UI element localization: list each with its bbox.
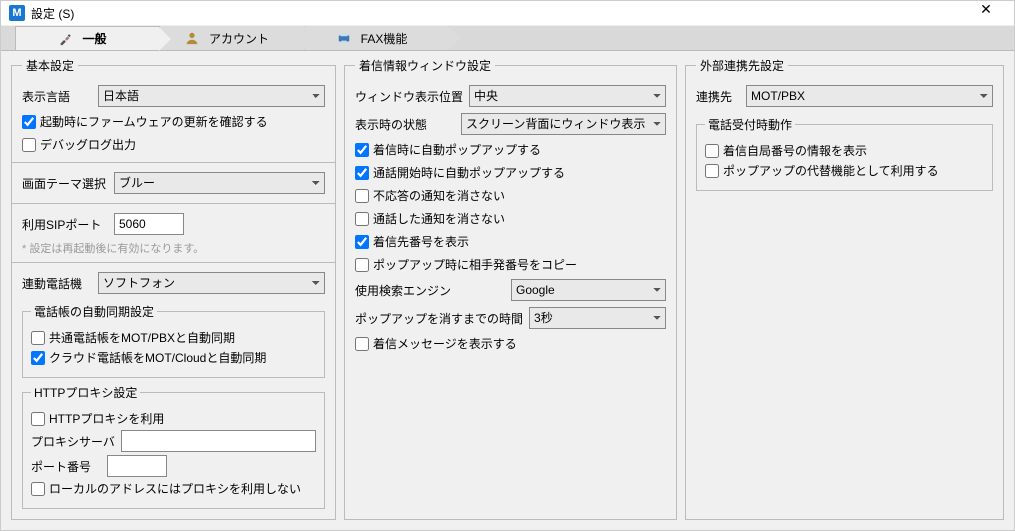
basic-settings-legend: 基本設定 [22, 57, 78, 74]
sip-port-label: 利用SIPポート [22, 216, 108, 233]
debug-log-check[interactable]: デバッグログ出力 [22, 136, 325, 153]
theme-label: 画面テーマ選択 [22, 175, 108, 192]
show-local-number-label: 着信自局番号の情報を表示 [723, 142, 867, 159]
app-icon: M [9, 5, 25, 21]
fax-icon [337, 31, 351, 45]
display-state-select[interactable]: スクリーン背面にウィンドウ表示 [461, 113, 666, 135]
titlebar: M 設定 (S) ✕ [1, 1, 1014, 26]
keep-called-label: 通話した通知を消さない [373, 210, 505, 227]
no-proxy-local-check[interactable]: ローカルのアドレスにはプロキシを利用しない [31, 480, 316, 497]
cloud-sync-check[interactable]: クラウド電話帳をMOT/Cloudと自動同期 [31, 349, 316, 366]
basic-settings-group: 基本設定 表示言語 日本語 起動時にファームウェアの更新を確認する デバッグログ… [11, 57, 336, 520]
display-state-label: 表示時の状態 [355, 116, 455, 133]
keep-noanswer-check[interactable]: 不応答の通知を消さない [355, 187, 666, 204]
proxy-port-label: ポート番号 [31, 458, 101, 475]
language-label: 表示言語 [22, 88, 92, 105]
phonebook-sync-legend: 電話帳の自動同期設定 [31, 303, 157, 320]
cloud-sync-label: クラウド電話帳をMOT/Cloudと自動同期 [49, 349, 266, 366]
search-engine-select[interactable]: Google [511, 279, 666, 301]
tab-account-label: アカウント [209, 30, 269, 47]
link-dest-select[interactable]: MOT/PBX [746, 85, 993, 107]
close-button[interactable]: ✕ [966, 1, 1006, 25]
divider [12, 262, 335, 263]
popup-incoming-label: 着信時に自動ポップアップする [373, 141, 541, 158]
popup-call-check[interactable]: 通話開始時に自動ポップアップする [355, 164, 666, 181]
no-proxy-local-label: ローカルのアドレスにはプロキシを利用しない [49, 480, 301, 497]
incoming-window-legend: 着信情報ウィンドウ設定 [355, 57, 495, 74]
close-time-select[interactable]: 3秒 [529, 307, 666, 329]
search-engine-label: 使用検索エンジン [355, 282, 505, 299]
settings-window: M 設定 (S) ✕ 一般 アカウント FAX機能 基本設定 [0, 0, 1015, 531]
proxy-port-input[interactable] [107, 455, 167, 477]
sip-port-input[interactable] [114, 213, 184, 235]
tools-icon [58, 32, 72, 46]
keep-noanswer-label: 不応答の通知を消さない [373, 187, 505, 204]
divider [12, 162, 335, 163]
keep-called-check[interactable]: 通話した通知を消さない [355, 210, 666, 227]
proxy-server-input[interactable] [121, 430, 316, 452]
link-dest-label: 連携先 [696, 88, 740, 105]
common-sync-label: 共通電話帳をMOT/PBXと自動同期 [49, 329, 235, 346]
http-proxy-group: HTTPプロキシ設定 HTTPプロキシを利用 プロキシサーバ ポート番号 ローカ… [22, 384, 325, 509]
phone-receive-legend: 電話受付時動作 [705, 116, 795, 133]
popup-incoming-check[interactable]: 着信時に自動ポップアップする [355, 141, 666, 158]
window-pos-label: ウィンドウ表示位置 [355, 88, 463, 105]
incoming-window-group: 着信情報ウィンドウ設定 ウィンドウ表示位置 中央 表示時の状態 スクリーン背面に… [344, 57, 677, 520]
use-alt-popup-label: ポップアップの代替機能として利用する [723, 162, 939, 179]
user-icon [185, 31, 199, 45]
tab-fax-label: FAX機能 [361, 30, 408, 47]
tab-general[interactable]: 一般 [15, 26, 160, 50]
use-alt-popup-check[interactable]: ポップアップの代替機能として利用する [705, 162, 984, 179]
use-proxy-check[interactable]: HTTPプロキシを利用 [31, 410, 316, 427]
show-message-check[interactable]: 着信メッセージを表示する [355, 335, 666, 352]
show-message-label: 着信メッセージを表示する [373, 335, 517, 352]
show-caller-label: 着信先番号を表示 [373, 233, 469, 250]
proxy-server-label: プロキシサーバ [31, 433, 115, 450]
http-proxy-legend: HTTPプロキシ設定 [31, 384, 140, 401]
popup-call-label: 通話開始時に自動ポップアップする [373, 164, 565, 181]
tab-account[interactable]: アカウント [160, 26, 305, 50]
common-sync-check[interactable]: 共通電話帳をMOT/PBXと自動同期 [31, 329, 316, 346]
use-proxy-label: HTTPプロキシを利用 [49, 410, 164, 427]
phone-receive-group: 電話受付時動作 着信自局番号の情報を表示 ポップアップの代替機能として利用する [696, 116, 993, 191]
external-link-legend: 外部連携先設定 [696, 57, 788, 74]
window-title: 設定 (S) [31, 5, 966, 22]
phone-label: 連動電話機 [22, 275, 92, 292]
language-select[interactable]: 日本語 [98, 85, 325, 107]
external-link-group: 外部連携先設定 連携先 MOT/PBX 電話受付時動作 着信自局番号の情報を表示… [685, 57, 1004, 520]
tab-general-label: 一般 [82, 30, 106, 47]
window-pos-select[interactable]: 中央 [469, 85, 666, 107]
debug-log-label: デバッグログ出力 [40, 136, 136, 153]
tab-content: 基本設定 表示言語 日本語 起動時にファームウェアの更新を確認する デバッグログ… [1, 51, 1014, 530]
copy-number-label: ポップアップ時に相手発番号をコピー [373, 256, 577, 273]
firmware-check[interactable]: 起動時にファームウェアの更新を確認する [22, 113, 325, 130]
phone-select[interactable]: ソフトフォン [98, 272, 325, 294]
close-time-label: ポップアップを消すまでの時間 [355, 310, 523, 327]
show-local-number-check[interactable]: 着信自局番号の情報を表示 [705, 142, 984, 159]
phonebook-sync-group: 電話帳の自動同期設定 共通電話帳をMOT/PBXと自動同期 クラウド電話帳をMO… [22, 303, 325, 378]
show-caller-check[interactable]: 着信先番号を表示 [355, 233, 666, 250]
sip-note: * 設定は再起動後に有効になります。 [22, 240, 325, 256]
tab-fax[interactable]: FAX機能 [305, 26, 450, 50]
theme-select[interactable]: ブルー [114, 172, 325, 194]
divider [12, 203, 335, 204]
firmware-check-label: 起動時にファームウェアの更新を確認する [40, 113, 268, 130]
tabbar: 一般 アカウント FAX機能 [1, 26, 1014, 51]
copy-number-check[interactable]: ポップアップ時に相手発番号をコピー [355, 256, 666, 273]
